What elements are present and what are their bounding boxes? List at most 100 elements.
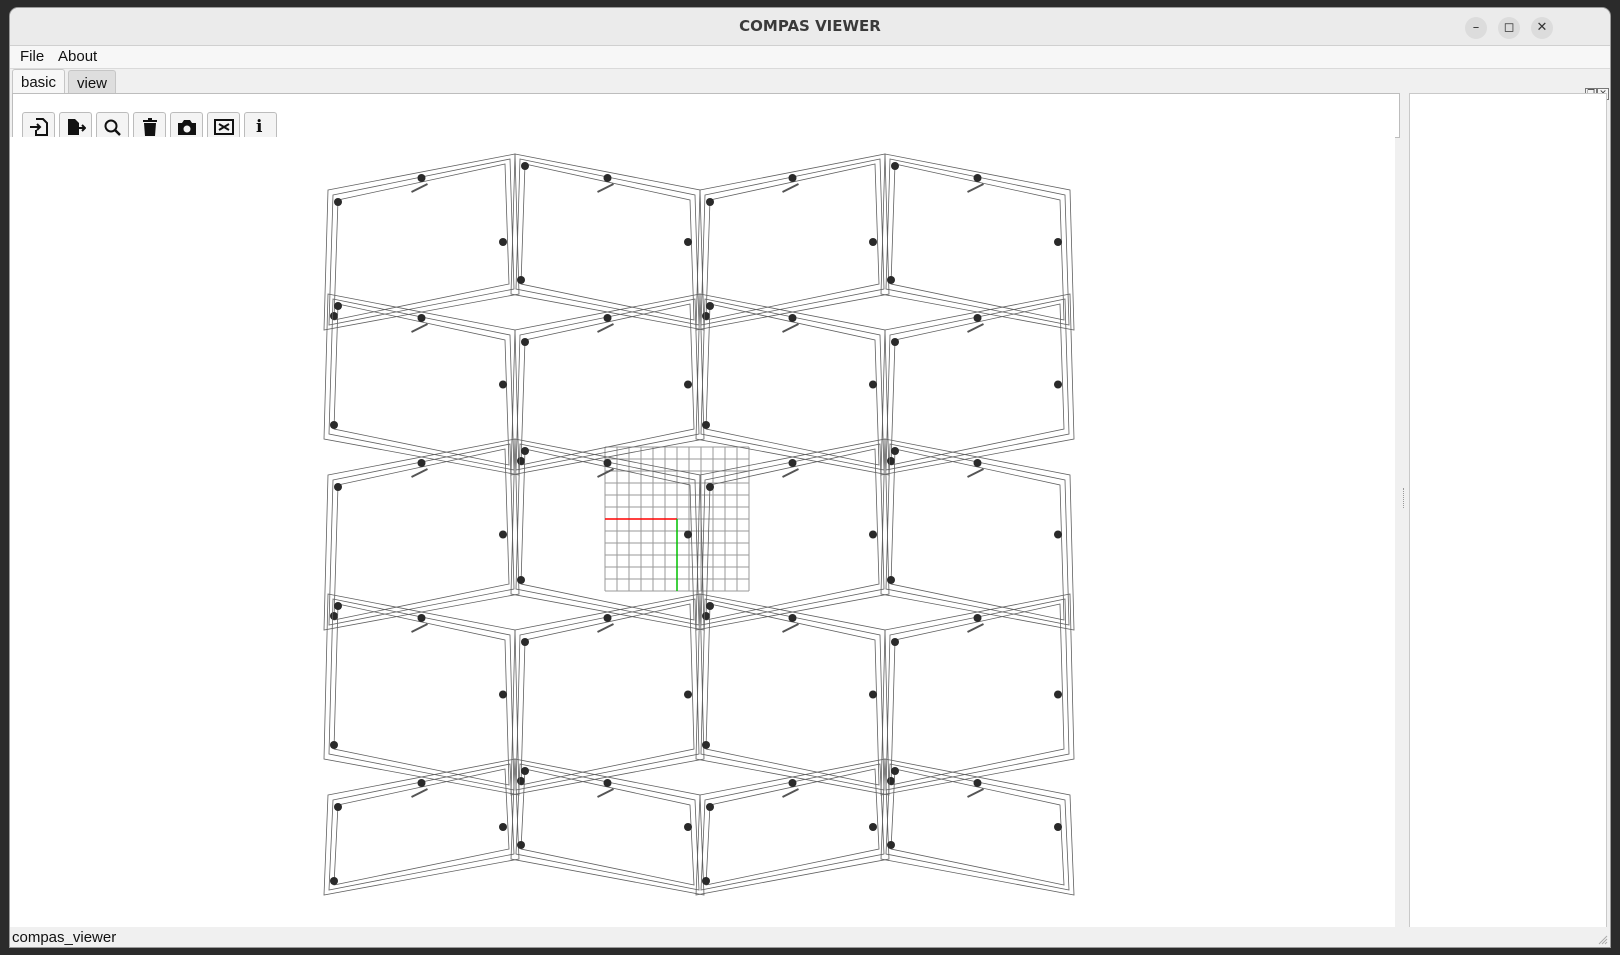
joint-node — [603, 614, 612, 622]
window-title: COMPAS VIEWER — [739, 17, 881, 35]
joint-node — [499, 380, 507, 389]
joint-node — [330, 741, 338, 749]
maximize-button[interactable]: ◻ — [1498, 17, 1520, 39]
joint-node — [891, 638, 899, 646]
joint-node — [788, 459, 797, 467]
joint-node — [684, 690, 692, 699]
joint-node — [603, 174, 612, 182]
joint-node — [1054, 238, 1062, 246]
import-icon — [30, 118, 48, 136]
joint-node — [1054, 530, 1062, 539]
menu-bar: File About — [10, 46, 1610, 69]
frame-panel — [890, 603, 1065, 786]
frame-panel — [890, 303, 1065, 466]
info-button[interactable]: i — [244, 112, 277, 139]
joint-node — [684, 380, 692, 389]
connector-mark — [411, 623, 428, 633]
menu-about[interactable]: About — [58, 48, 97, 65]
joint-node — [517, 276, 525, 284]
splitter-handle[interactable] — [1403, 488, 1406, 508]
resize-grip-icon[interactable] — [1598, 935, 1608, 945]
joint-node — [521, 338, 529, 346]
joint-node — [417, 459, 426, 467]
screenshot-button[interactable] — [170, 112, 203, 139]
fit-view-button[interactable] — [207, 112, 240, 139]
minimize-button[interactable]: – — [1465, 17, 1487, 39]
joint-node — [1054, 380, 1062, 389]
joint-node — [706, 198, 714, 206]
3d-viewport[interactable] — [10, 137, 1395, 927]
export-button[interactable] — [59, 112, 92, 139]
side-dock: ❐ ✕ — [1409, 86, 1609, 929]
frame-panel — [520, 603, 695, 786]
title-bar: COMPAS VIEWER – ◻ ✕ — [10, 8, 1610, 46]
connector-mark — [967, 183, 984, 193]
connector-mark — [967, 323, 984, 333]
frame-panel — [705, 603, 880, 786]
status-text: compas_viewer — [12, 929, 117, 946]
joint-node — [684, 238, 692, 246]
joint-node — [1054, 823, 1062, 831]
joint-node — [603, 314, 612, 322]
connector-mark — [782, 323, 799, 333]
joint-node — [788, 174, 797, 182]
joint-node — [334, 483, 342, 491]
search-icon — [104, 119, 121, 136]
scene-canvas[interactable] — [10, 137, 1395, 927]
frame-panel — [705, 303, 880, 466]
connector-mark — [411, 468, 428, 478]
joint-node — [521, 767, 529, 775]
joint-node — [891, 338, 899, 346]
joint-node — [417, 614, 426, 622]
joint-node — [334, 602, 342, 610]
camera-icon — [178, 120, 196, 135]
frame-panel — [520, 303, 695, 466]
connector-mark — [967, 468, 984, 478]
connector-mark — [411, 183, 428, 193]
joint-node — [603, 779, 612, 787]
joint-node — [517, 576, 525, 584]
joint-node — [788, 314, 797, 322]
connector-mark — [782, 623, 799, 633]
joint-node — [869, 530, 877, 539]
joint-node — [521, 638, 529, 646]
connector-mark — [967, 623, 984, 633]
joint-node — [887, 576, 895, 584]
frame-panel — [333, 303, 510, 466]
connector-mark — [782, 468, 799, 478]
trash-icon — [143, 118, 157, 136]
joint-node — [499, 530, 507, 539]
joint-node — [417, 314, 426, 322]
toolbar: i — [12, 93, 1400, 139]
status-bar: compas_viewer — [10, 927, 1610, 947]
joint-node — [869, 823, 877, 831]
joint-node — [330, 312, 338, 320]
joint-node — [869, 380, 877, 389]
connector-mark — [782, 183, 799, 193]
joint-node — [702, 877, 710, 885]
joint-node — [330, 421, 338, 429]
connector-mark — [411, 788, 428, 798]
joint-node — [869, 238, 877, 246]
search-button[interactable] — [96, 112, 129, 139]
joint-node — [334, 803, 342, 811]
joint-node — [517, 841, 525, 849]
joint-node — [887, 841, 895, 849]
joint-node — [973, 614, 982, 622]
joint-node — [887, 457, 895, 465]
joint-node — [891, 447, 899, 455]
import-button[interactable] — [22, 112, 55, 139]
delete-button[interactable] — [133, 112, 166, 139]
connector-mark — [597, 623, 614, 633]
fit-view-icon — [214, 119, 234, 135]
joint-node — [891, 767, 899, 775]
joint-node — [417, 779, 426, 787]
joint-node — [891, 162, 899, 170]
joint-node — [706, 803, 714, 811]
joint-node — [706, 302, 714, 310]
close-button[interactable]: ✕ — [1531, 17, 1553, 39]
joint-node — [887, 777, 895, 785]
frame-panel — [880, 438, 1075, 631]
joint-node — [521, 162, 529, 170]
menu-file[interactable]: File — [20, 48, 44, 65]
